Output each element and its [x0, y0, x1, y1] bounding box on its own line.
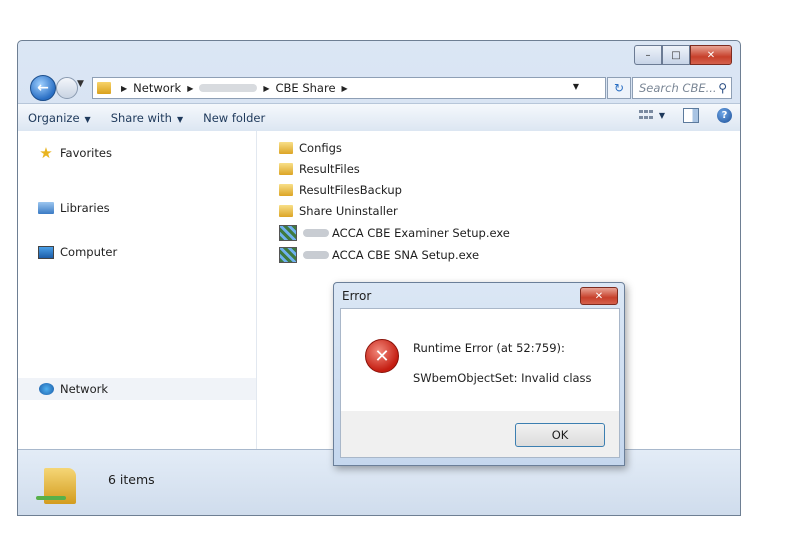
list-item[interactable]: ResultFilesBackup: [279, 183, 402, 197]
network-folder-icon: [36, 468, 76, 504]
nav-item-label: Computer: [60, 245, 118, 259]
folder-icon: [279, 163, 293, 175]
maximize-button[interactable]: □: [662, 45, 690, 65]
organize-button[interactable]: Organize ▼: [28, 111, 91, 125]
list-item[interactable]: ACCA CBE SNA Setup.exe: [279, 247, 479, 263]
file-name: ACCA CBE SNA Setup.exe: [332, 248, 480, 262]
network-icon: [38, 382, 54, 396]
file-name: Configs: [299, 141, 342, 155]
dialog-footer: OK: [340, 411, 620, 458]
views-icon: [638, 109, 653, 122]
chevron-down-icon: ▼: [84, 114, 91, 124]
chevron-right-icon[interactable]: ▶: [263, 84, 269, 93]
list-item[interactable]: ACCA CBE Examiner Setup.exe: [279, 225, 510, 241]
file-name: ResultFilesBackup: [299, 183, 402, 197]
new-folder-label: New folder: [203, 110, 266, 125]
ok-button[interactable]: OK: [515, 423, 605, 447]
folder-icon: [279, 205, 293, 217]
chevron-down-icon: ▼: [176, 114, 184, 124]
chevron-right-icon[interactable]: ▶: [187, 84, 193, 93]
setup-exe-icon: [279, 225, 297, 241]
command-bar: Organize ▼ Share with ▼ New folder ▼ ?: [18, 103, 740, 132]
caption-buttons: – □ ✕: [634, 45, 732, 65]
recent-pages-dropdown-icon[interactable]: ▼: [77, 79, 84, 89]
nav-item-label: Libraries: [60, 201, 110, 215]
file-name: ResultFiles: [299, 162, 360, 176]
nav-item-libraries[interactable]: Libraries: [38, 201, 110, 215]
redacted-text: [303, 251, 329, 259]
setup-exe-icon: [279, 247, 297, 263]
nav-item-label: Favorites: [60, 146, 112, 160]
folder-icon: [97, 82, 111, 94]
new-folder-button[interactable]: New folder: [203, 111, 265, 125]
search-input[interactable]: Search CBE...: [639, 81, 718, 95]
refresh-icon[interactable]: ↻: [607, 77, 631, 99]
address-dropdown-icon[interactable]: ▼: [573, 82, 579, 91]
chevron-down-icon: ▼: [658, 111, 665, 120]
help-icon[interactable]: ?: [717, 108, 732, 123]
breadcrumb-network[interactable]: Network: [133, 81, 181, 95]
error-message-line1: Runtime Error (at 52:759):: [413, 341, 565, 355]
star-icon: ★: [39, 144, 53, 162]
dialog-body: ✕ Runtime Error (at 52:759): SWbemObject…: [340, 308, 620, 412]
folder-icon: [279, 142, 293, 154]
error-dialog: Error ✕ ✕ Runtime Error (at 52:759): SWb…: [333, 282, 625, 466]
nav-item-network[interactable]: Network: [38, 382, 108, 396]
change-view-button[interactable]: ▼: [638, 109, 665, 122]
nav-item-favorites[interactable]: ★ Favorites: [38, 144, 112, 162]
error-message-line2: SWbemObjectSet: Invalid class: [413, 371, 592, 385]
list-item[interactable]: Configs: [279, 141, 342, 155]
nav-item-label: Network: [60, 382, 109, 396]
view-controls: ▼ ?: [638, 108, 732, 123]
forward-arrow-icon[interactable]: [56, 77, 78, 99]
computer-icon: [38, 245, 54, 259]
address-bar[interactable]: ▶ Network ▶ ▶ CBE Share ▶ ▼: [92, 77, 606, 99]
list-item[interactable]: Share Uninstaller: [279, 204, 398, 218]
share-with-button[interactable]: Share with ▼: [111, 111, 183, 125]
address-row: ← ▼ ▶ Network ▶ ▶ CBE Share ▶ ▼ ↻ Search…: [18, 73, 740, 103]
file-name: ACCA CBE Examiner Setup.exe: [332, 226, 510, 240]
search-icon[interactable]: ⚲: [718, 81, 727, 95]
redacted-computer-name[interactable]: [199, 84, 258, 92]
breadcrumb-cbe-share[interactable]: CBE Share: [276, 81, 336, 95]
navigation-pane: ★ Favorites Libraries Computer Network: [18, 131, 257, 449]
preview-pane-icon[interactable]: [683, 108, 699, 123]
redacted-text: [303, 229, 329, 237]
organize-label: Organize: [28, 110, 80, 125]
list-item[interactable]: ResultFiles: [279, 162, 360, 176]
dialog-title: Error: [342, 289, 372, 303]
library-icon: [38, 201, 54, 215]
dialog-close-button[interactable]: ✕: [580, 287, 618, 305]
chevron-right-icon[interactable]: ▶: [342, 84, 348, 93]
search-box[interactable]: Search CBE... ⚲: [632, 77, 732, 99]
close-button[interactable]: ✕: [690, 45, 732, 65]
item-count: 6 items: [108, 472, 155, 487]
chevron-right-icon[interactable]: ▶: [121, 84, 127, 93]
error-icon: ✕: [365, 339, 399, 373]
folder-icon: [279, 184, 293, 196]
minimize-button[interactable]: –: [634, 45, 662, 65]
back-arrow-icon[interactable]: ←: [30, 75, 56, 101]
nav-item-computer[interactable]: Computer: [38, 245, 117, 259]
share-with-label: Share with: [110, 110, 172, 125]
title-bar: – □ ✕: [18, 41, 740, 73]
file-name: Share Uninstaller: [299, 204, 398, 218]
